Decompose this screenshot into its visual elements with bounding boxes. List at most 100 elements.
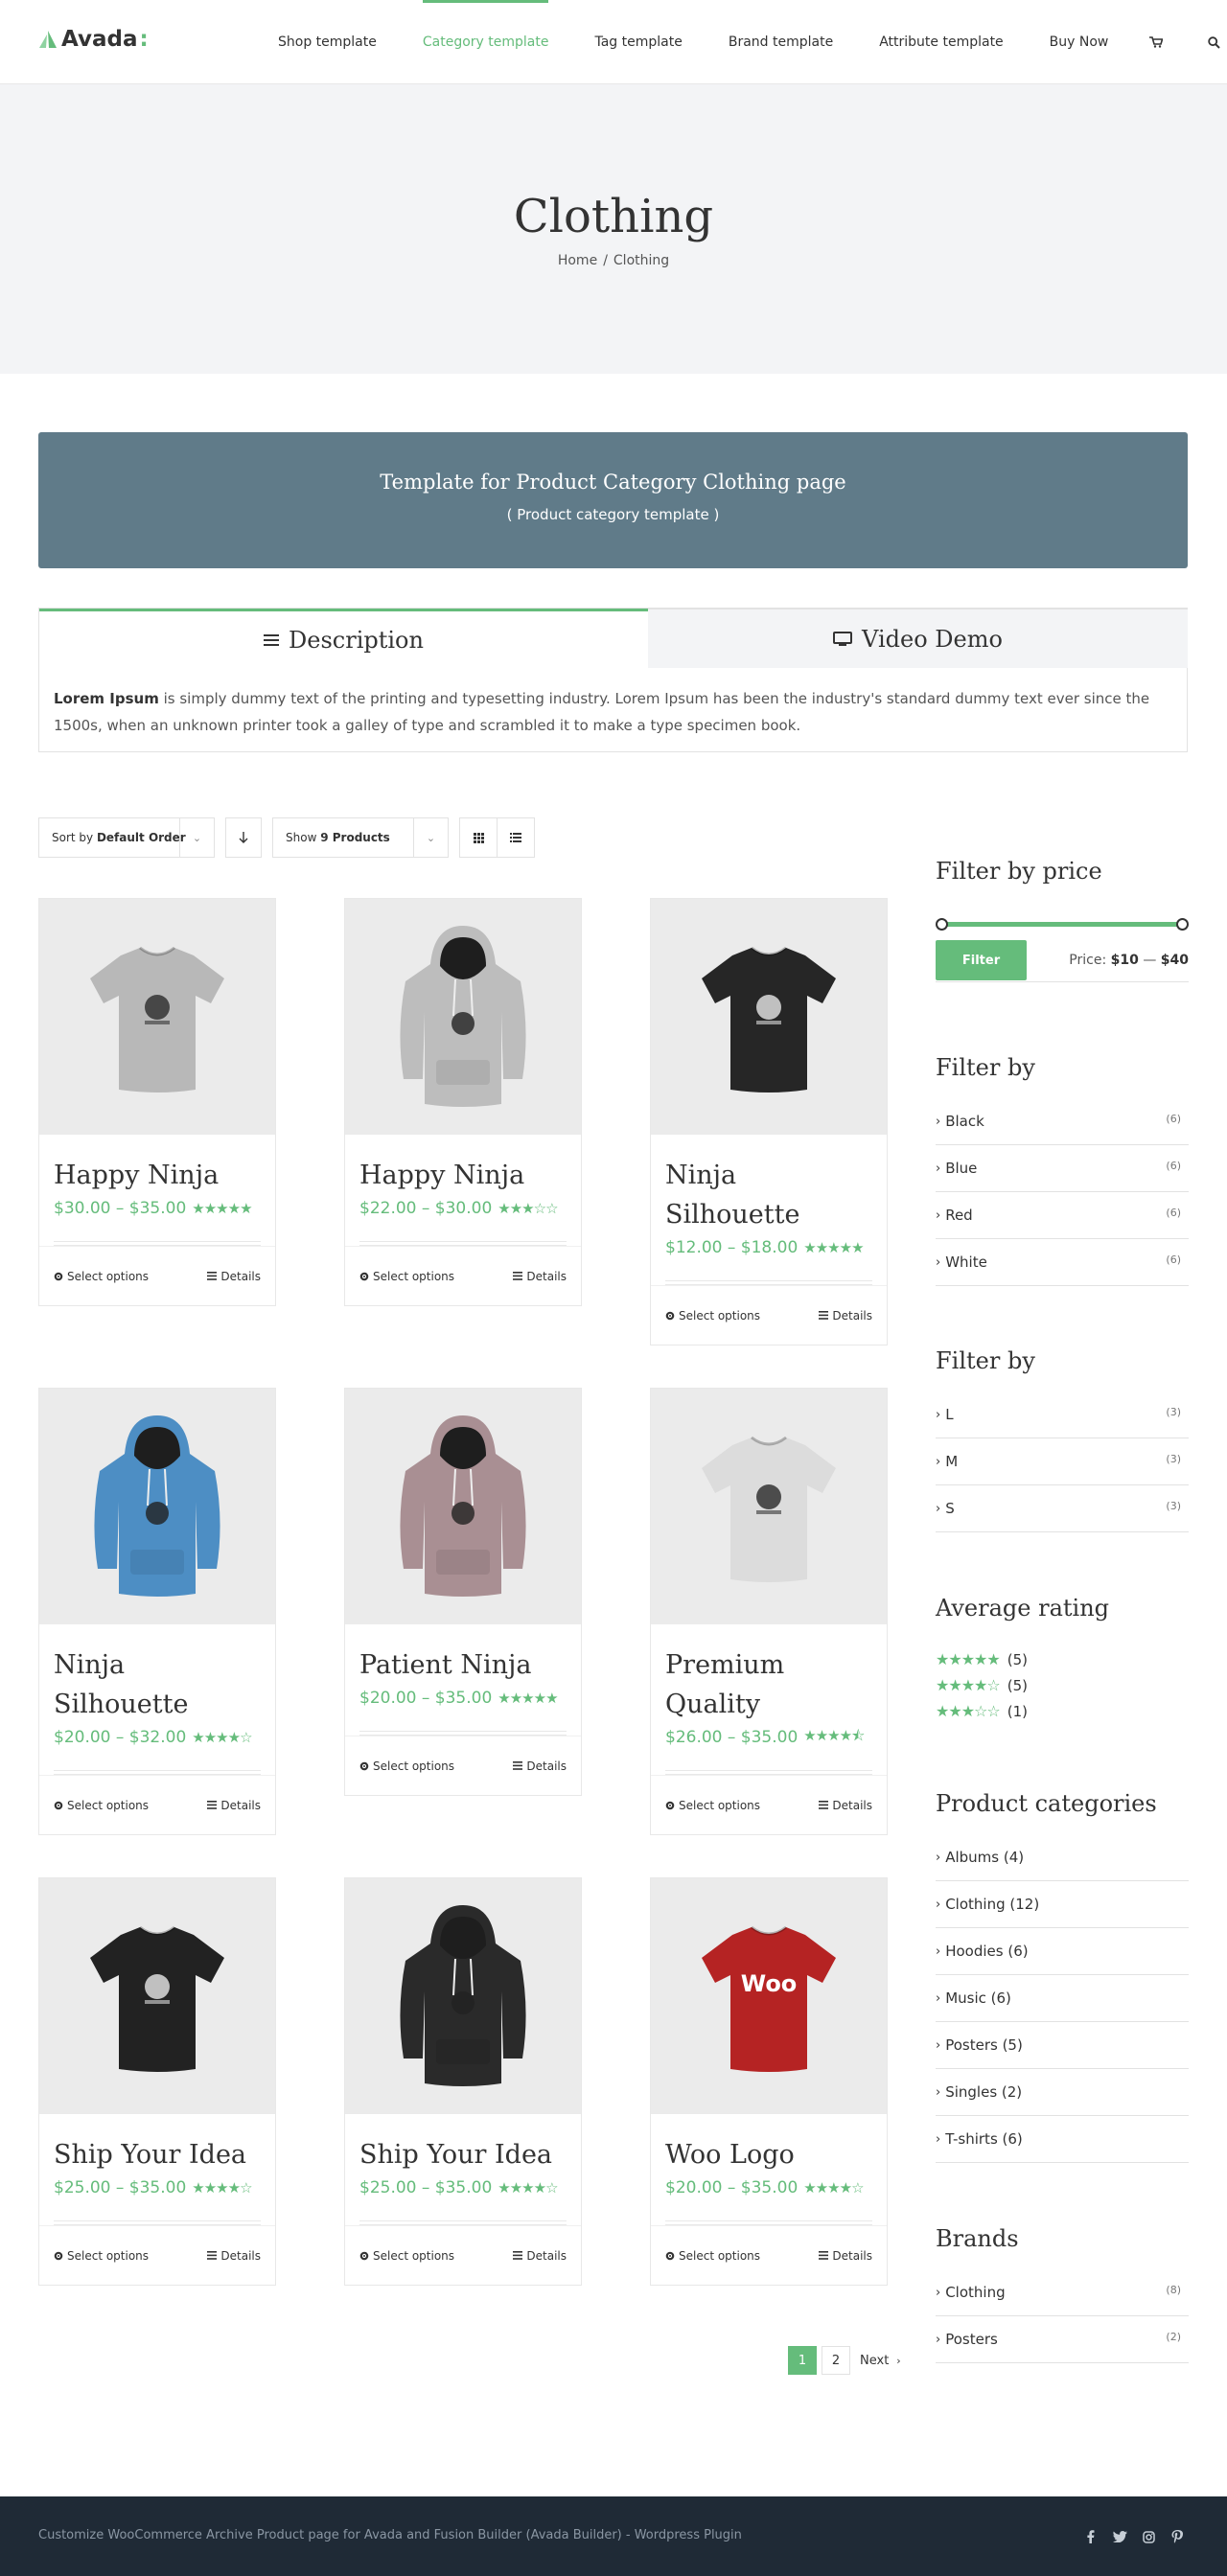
site-logo[interactable]: Avada: bbox=[38, 27, 149, 52]
sort-direction-button[interactable] bbox=[225, 817, 262, 858]
product-image[interactable] bbox=[39, 1389, 275, 1624]
details-link[interactable]: Details bbox=[819, 1309, 872, 1322]
list-item[interactable]: › T-shirts (6) bbox=[936, 2116, 1189, 2163]
nav-shop-template[interactable]: Shop template bbox=[278, 0, 377, 84]
product-card[interactable]: Happy Ninja $22.00 – $30.00 ★★★☆☆ Select op… bbox=[344, 898, 582, 1306]
product-title[interactable]: Patient Ninja bbox=[345, 1624, 581, 1685]
details-link[interactable]: Details bbox=[819, 1799, 872, 1812]
show-prefix: Show bbox=[286, 831, 321, 844]
list-item[interactable]: › Clothing (8) bbox=[936, 2269, 1189, 2316]
list-item[interactable]: › Clothing (12) bbox=[936, 1881, 1189, 1928]
nav-attribute-template[interactable]: Attribute template bbox=[879, 0, 1003, 84]
product-card[interactable]: Premium Quality $26.00 – $35.00 ★★★★⯪ Selec… bbox=[650, 1388, 888, 1835]
details-link[interactable]: Details bbox=[207, 1799, 261, 1812]
list-item[interactable]: › White (6) bbox=[936, 1239, 1189, 1286]
nav-brand-template[interactable]: Brand template bbox=[729, 0, 833, 84]
product-title[interactable]: Ship Your Idea bbox=[39, 2114, 275, 2174]
select-options-button[interactable]: Select options bbox=[665, 1799, 760, 1812]
rating-filter-row[interactable]: ★★★★★ (5) bbox=[936, 1646, 1189, 1672]
list-item[interactable]: › L (3) bbox=[936, 1392, 1189, 1438]
products-per-page-select[interactable]: Show 9 Products ⌄ bbox=[272, 817, 449, 858]
product-image[interactable]: Woo bbox=[651, 1878, 887, 2114]
list-item[interactable]: › S (3) bbox=[936, 1485, 1189, 1532]
product-title[interactable]: Woo Logo bbox=[651, 2114, 887, 2174]
select-options-button[interactable]: Select options bbox=[54, 2249, 149, 2263]
product-title[interactable]: Ninja Silhouette bbox=[39, 1624, 275, 1724]
product-card[interactable]: Woo Woo Logo $20.00 – $35.00 ★★★★☆ Select op… bbox=[650, 1877, 888, 2286]
list-item[interactable]: › Black (6) bbox=[936, 1098, 1189, 1145]
sort-order-select[interactable]: Sort by Default Order ⌄ bbox=[38, 817, 215, 858]
details-link[interactable]: Details bbox=[513, 2249, 567, 2263]
product-image[interactable] bbox=[651, 899, 887, 1135]
product-card[interactable]: Ship Your Idea $25.00 – $35.00 ★★★★☆ Select… bbox=[344, 1877, 582, 2286]
product-image[interactable] bbox=[345, 899, 581, 1135]
tab-description[interactable]: Description bbox=[39, 609, 648, 668]
filter-by-color-widget: Filter by › Black (6) › Blue (6) › Red (6) › White… bbox=[936, 1056, 1189, 1286]
list-item[interactable]: › Red (6) bbox=[936, 1192, 1189, 1239]
star-rating-icon: ★★★☆☆ bbox=[498, 1200, 558, 1217]
chevron-right-icon: › bbox=[896, 2354, 901, 2367]
product-image[interactable] bbox=[345, 1878, 581, 2114]
page-2-link[interactable]: 2 bbox=[822, 2346, 850, 2375]
product-card[interactable]: Ninja Silhouette $12.00 – $18.00 ★★★★★ Sele… bbox=[650, 898, 888, 1346]
pinterest-icon[interactable] bbox=[1166, 2527, 1189, 2546]
list-item[interactable]: › Music (6) bbox=[936, 1975, 1189, 2022]
product-title[interactable]: Premium Quality bbox=[651, 1624, 887, 1724]
product-title[interactable]: Ninja Silhouette bbox=[651, 1135, 887, 1234]
list-item[interactable]: › Albums (4) bbox=[936, 1834, 1189, 1881]
list-item[interactable]: › Posters (5) bbox=[936, 2022, 1189, 2069]
product-card[interactable]: Happy Ninja $30.00 – $35.00 ★★★★★ Select op… bbox=[38, 898, 276, 1306]
details-link[interactable]: Details bbox=[819, 2249, 872, 2263]
breadcrumb-separator: / bbox=[603, 253, 608, 268]
filter-button[interactable]: Filter bbox=[936, 940, 1027, 980]
instagram-icon[interactable] bbox=[1137, 2527, 1160, 2546]
rating-filter-row[interactable]: ★★★☆☆ (1) bbox=[936, 1698, 1189, 1724]
product-card[interactable]: Ninja Silhouette $20.00 – $32.00 ★★★★☆ Sele… bbox=[38, 1388, 276, 1835]
nav-buy-now[interactable]: Buy Now bbox=[1050, 0, 1109, 84]
product-card[interactable]: Ship Your Idea $25.00 – $35.00 ★★★★☆ Select… bbox=[38, 1877, 276, 2286]
rating-filter-row[interactable]: ★★★★☆ (5) bbox=[936, 1672, 1189, 1698]
nav-tag-template[interactable]: Tag template bbox=[594, 0, 682, 84]
tab-video-demo[interactable]: Video Demo bbox=[648, 609, 1188, 668]
breadcrumb-home-link[interactable]: Home bbox=[558, 253, 597, 268]
product-image[interactable] bbox=[345, 1389, 581, 1624]
list-item[interactable]: › Singles (2) bbox=[936, 2069, 1189, 2116]
grid-view-button[interactable] bbox=[459, 817, 498, 858]
gear-icon bbox=[54, 1272, 63, 1280]
select-options-button[interactable]: Select options bbox=[359, 2249, 454, 2263]
select-options-button[interactable]: Select options bbox=[359, 1760, 454, 1773]
page-1-link[interactable]: 1 bbox=[788, 2346, 817, 2375]
product-image[interactable] bbox=[651, 1389, 887, 1624]
select-options-button[interactable]: Select options bbox=[665, 2249, 760, 2263]
facebook-icon[interactable] bbox=[1079, 2527, 1102, 2546]
search-icon[interactable] bbox=[1204, 0, 1223, 84]
product-image[interactable] bbox=[39, 899, 275, 1135]
nav-category-template[interactable]: Category template bbox=[422, 0, 548, 84]
product-card[interactable]: Patient Ninja $20.00 – $35.00 ★★★★★ Select … bbox=[344, 1388, 582, 1796]
cart-icon[interactable] bbox=[1146, 0, 1166, 84]
select-options-button[interactable]: Select options bbox=[665, 1309, 760, 1322]
details-link[interactable]: Details bbox=[207, 2249, 261, 2263]
select-options-button[interactable]: Select options bbox=[54, 1270, 149, 1283]
list-item[interactable]: › Posters (2) bbox=[936, 2316, 1189, 2363]
product-image[interactable] bbox=[39, 1878, 275, 2114]
price-range: $25.00 – $35.00 bbox=[54, 2178, 187, 2197]
list-item[interactable]: › Hoodies (6) bbox=[936, 1928, 1189, 1975]
price-slider-max-handle[interactable] bbox=[1176, 918, 1189, 931]
select-options-button[interactable]: Select options bbox=[54, 1799, 149, 1812]
product-title[interactable]: Happy Ninja bbox=[39, 1135, 275, 1195]
chevron-right-icon: › bbox=[936, 1208, 941, 1223]
list-view-button[interactable] bbox=[497, 817, 535, 858]
select-options-button[interactable]: Select options bbox=[359, 1270, 454, 1283]
product-title[interactable]: Happy Ninja bbox=[345, 1135, 581, 1195]
list-item[interactable]: › M (3) bbox=[936, 1438, 1189, 1485]
details-link[interactable]: Details bbox=[513, 1270, 567, 1283]
price-slider[interactable] bbox=[936, 918, 1189, 931]
twitter-icon[interactable] bbox=[1108, 2527, 1131, 2546]
details-link[interactable]: Details bbox=[513, 1760, 567, 1773]
product-title[interactable]: Ship Your Idea bbox=[345, 2114, 581, 2174]
list-item[interactable]: › Blue (6) bbox=[936, 1145, 1189, 1192]
next-page-link[interactable]: Next › bbox=[860, 2354, 901, 2368]
price-slider-min-handle[interactable] bbox=[936, 918, 948, 931]
details-link[interactable]: Details bbox=[207, 1270, 261, 1283]
